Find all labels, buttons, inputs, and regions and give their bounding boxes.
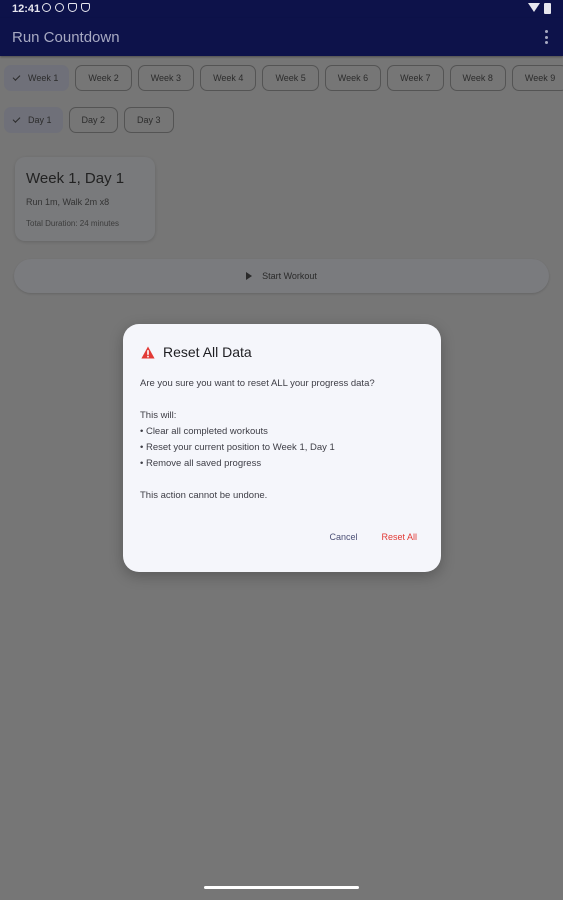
week-chip-label: Week 8 xyxy=(462,73,493,83)
week-chip-label: Week 2 xyxy=(88,73,119,83)
dialog-bullet: • Clear all completed workouts xyxy=(140,426,268,437)
dialog-intro: This will: xyxy=(140,410,177,421)
week-chip-label: Week 7 xyxy=(400,73,431,83)
day-chip-label: Day 3 xyxy=(137,115,161,125)
day-chip-2[interactable]: Day 2 xyxy=(68,107,119,133)
more-vert-icon[interactable] xyxy=(545,30,549,44)
navigation-handle[interactable] xyxy=(204,886,359,889)
workout-description: Run 1m, Walk 2m x8 xyxy=(26,197,110,207)
week-chip-label: Week 6 xyxy=(337,73,369,83)
week-chip-7[interactable]: Week 7 xyxy=(387,65,444,91)
week-chip-label: Week 9 xyxy=(524,73,556,83)
workout-card: Week 1, Day 1 Run 1m, Walk 2m x8 Total D… xyxy=(15,157,155,241)
week-chip-3[interactable]: Week 3 xyxy=(137,65,195,91)
cancel-button[interactable]: Cancel xyxy=(329,532,357,542)
battery-icon xyxy=(544,3,551,14)
app-title: Run Countdown xyxy=(12,29,120,46)
status-icons-right xyxy=(528,3,551,14)
week-chip-5[interactable]: Week 5 xyxy=(262,65,319,91)
reset-dialog: Reset All Data Are you sure you want to … xyxy=(123,324,441,572)
app-bar: Run Countdown xyxy=(0,18,563,56)
wifi-icon xyxy=(528,3,540,12)
play-icon xyxy=(246,272,253,280)
status-icons-left xyxy=(42,3,90,12)
start-workout-button[interactable]: Start Workout xyxy=(14,259,549,293)
week-chip-8[interactable]: Week 8 xyxy=(449,65,506,91)
day-chip-label: Day 1 xyxy=(28,115,52,125)
start-workout-label: Start Workout xyxy=(262,271,317,281)
dialog-warning: This action cannot be undone. xyxy=(140,490,268,501)
day-chip-3[interactable]: Day 3 xyxy=(124,107,174,133)
workout-title: Week 1, Day 1 xyxy=(26,170,125,187)
vpn-icon xyxy=(81,3,90,12)
week-chip-label: Week 4 xyxy=(213,73,244,83)
week-chip-6[interactable]: Week 6 xyxy=(324,65,382,91)
week-chip-label: Week 3 xyxy=(150,73,182,83)
week-chip-1[interactable]: Week 1 xyxy=(4,65,70,91)
week-chip-label: Week 1 xyxy=(28,73,59,83)
notification-icon xyxy=(42,3,51,12)
week-chip-label: Week 5 xyxy=(275,73,306,83)
shield-icon xyxy=(68,3,77,12)
day-chip-1[interactable]: Day 1 xyxy=(4,107,63,133)
status-bar: 12:41 xyxy=(0,0,563,18)
dialog-bullet: • Remove all saved progress xyxy=(140,458,262,469)
week-chip-row: Week 1 Week 2 Week 3 Week 4 Week 5 Week … xyxy=(4,65,563,91)
check-icon xyxy=(12,73,21,81)
dialog-title: Reset All Data xyxy=(163,344,252,360)
sync-icon xyxy=(55,3,64,12)
day-chip-row: Day 1 Day 2 Day 3 xyxy=(4,107,174,133)
reset-all-button[interactable]: Reset All xyxy=(381,532,417,542)
check-icon xyxy=(12,115,21,123)
week-chip-2[interactable]: Week 2 xyxy=(75,65,132,91)
status-time: 12:41 xyxy=(12,3,41,15)
day-chip-label: Day 2 xyxy=(81,115,106,125)
dialog-bullet: • Reset your current position to Week 1,… xyxy=(140,442,335,453)
week-chip-9[interactable]: Week 9 xyxy=(511,65,563,91)
dialog-question: Are you sure you want to reset ALL your … xyxy=(140,378,375,389)
warning-triangle-icon xyxy=(141,346,155,359)
dialog-body: Are you sure you want to reset ALL your … xyxy=(140,376,430,504)
week-chip-4[interactable]: Week 4 xyxy=(200,65,257,91)
workout-duration: Total Duration: 24 minutes xyxy=(26,219,119,228)
dialog-actions: Cancel Reset All xyxy=(329,532,417,542)
